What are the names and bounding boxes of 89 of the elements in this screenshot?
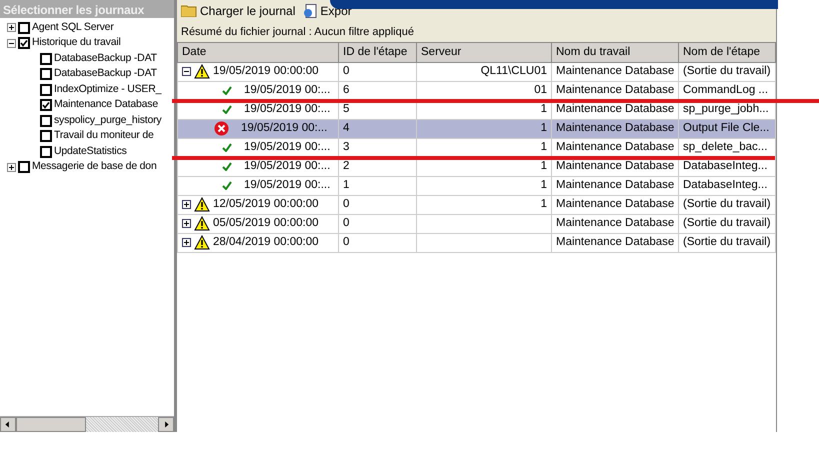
column-header[interactable]: Date [178, 42, 338, 62]
expand-icon[interactable] [182, 238, 191, 248]
table-cell: Maintenance Database [556, 198, 674, 210]
table-cell: (Sortie du travail) [683, 198, 771, 210]
checkbox[interactable] [40, 99, 52, 112]
table-cell: 6 [343, 84, 350, 96]
expand-icon[interactable] [182, 200, 191, 210]
table-cell: sp_delete_bac... [683, 141, 768, 154]
table-cell: Maintenance Database [556, 65, 674, 78]
tree-item[interactable]: UpdateStatistics [54, 144, 127, 160]
table-cell-text: 05/05/2019 00:00:00 [213, 216, 319, 232]
table-cell: 1 [540, 160, 547, 172]
table-cell-text: 12/05/2019 00:00:00 [213, 197, 319, 212]
table-cell: 01 [534, 84, 547, 96]
table-cell: CommandLog ... [683, 84, 768, 96]
table-cell-text: 19/05/2019 00:00:00 [213, 64, 319, 80]
table-cell: Output File Cle... [683, 122, 770, 134]
table-cell: Maintenance Database [556, 141, 674, 154]
column-header[interactable]: ID de l'étape [338, 42, 416, 62]
table-cell-text: 19/05/2019 00:... [244, 140, 330, 156]
table-cell: (Sortie du travail) [683, 217, 771, 230]
table-cell: 3 [343, 141, 350, 154]
scroll-right-icon[interactable] [158, 417, 174, 432]
table-cell: 1 [540, 141, 547, 154]
table-cell: 1 [540, 198, 547, 210]
toolbar-button[interactable]: Charger le journal [181, 2, 296, 20]
table-cell: 1 [540, 122, 547, 134]
checkbox[interactable] [40, 114, 52, 127]
table-cell: 1 [540, 103, 547, 116]
folder-icon [181, 4, 197, 17]
table-cell: Maintenance Database [556, 103, 674, 116]
table-cell: DatabaseInteg... [683, 160, 768, 172]
table-cell: Maintenance Database [556, 217, 674, 230]
tree-item[interactable]: DatabaseBackup -DAT [54, 66, 157, 82]
column-header[interactable]: Nom du travail [552, 42, 678, 62]
table-cell: 4 [343, 122, 350, 134]
expand-icon[interactable] [7, 162, 16, 172]
table-cell-text: 19/05/2019 00:... [244, 178, 330, 194]
table-cell: 0 [343, 198, 350, 210]
table-cell: 1 [540, 179, 547, 192]
table-cell: Maintenance Database [556, 236, 674, 248]
table-cell: 2 [343, 160, 350, 172]
table-cell: Maintenance Database [556, 84, 674, 96]
column-header[interactable]: Serveur [416, 42, 552, 62]
table-cell: 1 [343, 179, 350, 192]
tree-item[interactable]: Agent SQL Server [32, 20, 114, 36]
panel-title: Sélectionner les journaux [0, 0, 174, 18]
table-cell: 0 [343, 236, 350, 248]
scroll-thumb[interactable] [16, 417, 86, 432]
table-cell-text: 19/05/2019 00:... [244, 159, 330, 174]
table-cell-text: 19/05/2019 00:... [244, 102, 330, 118]
table-cell: DatabaseInteg... [683, 179, 768, 192]
tree-item[interactable]: IndexOptimize - USER_ [54, 82, 162, 98]
checkbox[interactable] [18, 161, 30, 174]
table-cell: 0 [343, 65, 350, 78]
tree-item[interactable]: syspolicy_purge_history [54, 112, 162, 129]
table-cell-text: 19/05/2019 00:... [241, 121, 328, 136]
checkbox[interactable] [40, 130, 52, 142]
table-cell: (Sortie du travail) [683, 65, 771, 78]
checkbox[interactable] [40, 52, 52, 65]
table-cell: Maintenance Database [556, 179, 674, 192]
tree-item[interactable]: Messagerie de base de don [32, 159, 157, 176]
tree-item[interactable]: Historique du travail [32, 35, 121, 52]
tree-item[interactable]: Travail du moniteur de [54, 128, 154, 144]
table-cell: sp_purge_jobh... [683, 103, 769, 116]
scroll-left-icon[interactable] [0, 417, 16, 432]
table-cell: Maintenance Database [556, 160, 674, 172]
tree-item[interactable]: Maintenance Database [54, 97, 158, 114]
table-cell-text: 28/04/2019 00:00:00 [213, 235, 319, 250]
export-icon [303, 4, 318, 18]
checkbox[interactable] [18, 37, 30, 50]
checkbox[interactable] [40, 146, 52, 158]
table-cell: 0 [343, 217, 350, 230]
table-cell: Maintenance Database [556, 122, 674, 134]
table-cell: QL11\CLU01 [480, 65, 547, 78]
table-cell: (Sortie du travail) [683, 236, 771, 248]
tree-item[interactable]: DatabaseBackup -DAT [54, 50, 157, 67]
collapse-icon[interactable] [7, 38, 16, 48]
horizontal-scrollbar[interactable] [0, 416, 174, 432]
table-cell-text: 19/05/2019 00:... [244, 83, 330, 98]
column-header[interactable]: Nom de l'étape [678, 42, 776, 62]
checkbox[interactable] [18, 22, 30, 34]
checkbox[interactable] [40, 68, 52, 80]
expand-icon[interactable] [182, 219, 191, 228]
table-cell: 5 [343, 103, 350, 116]
collapse-icon[interactable] [182, 67, 191, 76]
expand-icon[interactable] [7, 23, 16, 32]
summary-text: Résumé du fichier journal : Aucun filtre appliqué [177, 21, 776, 42]
checkbox[interactable] [40, 84, 52, 96]
